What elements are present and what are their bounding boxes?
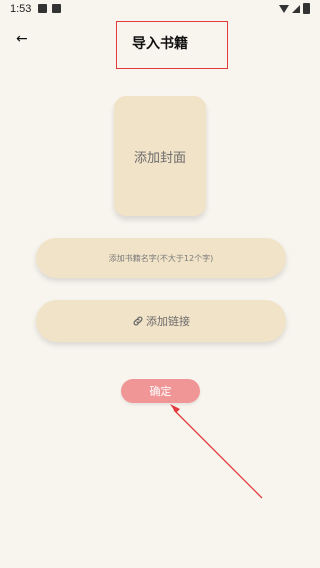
add-cover-label: 添加封面 — [133, 150, 186, 166]
add-cover-button[interactable]: 添加封面 — [114, 96, 206, 216]
confirm-button[interactable]: 确定 — [121, 379, 200, 403]
system-icons — [279, 3, 310, 14]
confirm-label: 确定 — [149, 385, 172, 398]
notification-icon — [52, 4, 61, 13]
wifi-icon — [279, 4, 289, 13]
add-link-button[interactable]: 添加链接 — [36, 300, 286, 342]
status-bar: 1:53 — [0, 0, 320, 18]
page-title: 导入书籍 — [132, 36, 188, 52]
book-name-input[interactable]: 添加书籍名字(不大于12个字) — [36, 238, 286, 278]
link-icon — [133, 316, 143, 326]
back-arrow-icon[interactable]: ← — [16, 32, 30, 46]
signal-icon — [292, 4, 300, 13]
add-link-label: 添加链接 — [146, 315, 190, 328]
battery-icon — [303, 3, 310, 14]
book-name-placeholder: 添加书籍名字(不大于12个字) — [108, 253, 214, 263]
annotation-arrow — [170, 404, 263, 499]
gallery-icon — [38, 4, 47, 13]
status-time: 1:53 — [10, 3, 32, 15]
